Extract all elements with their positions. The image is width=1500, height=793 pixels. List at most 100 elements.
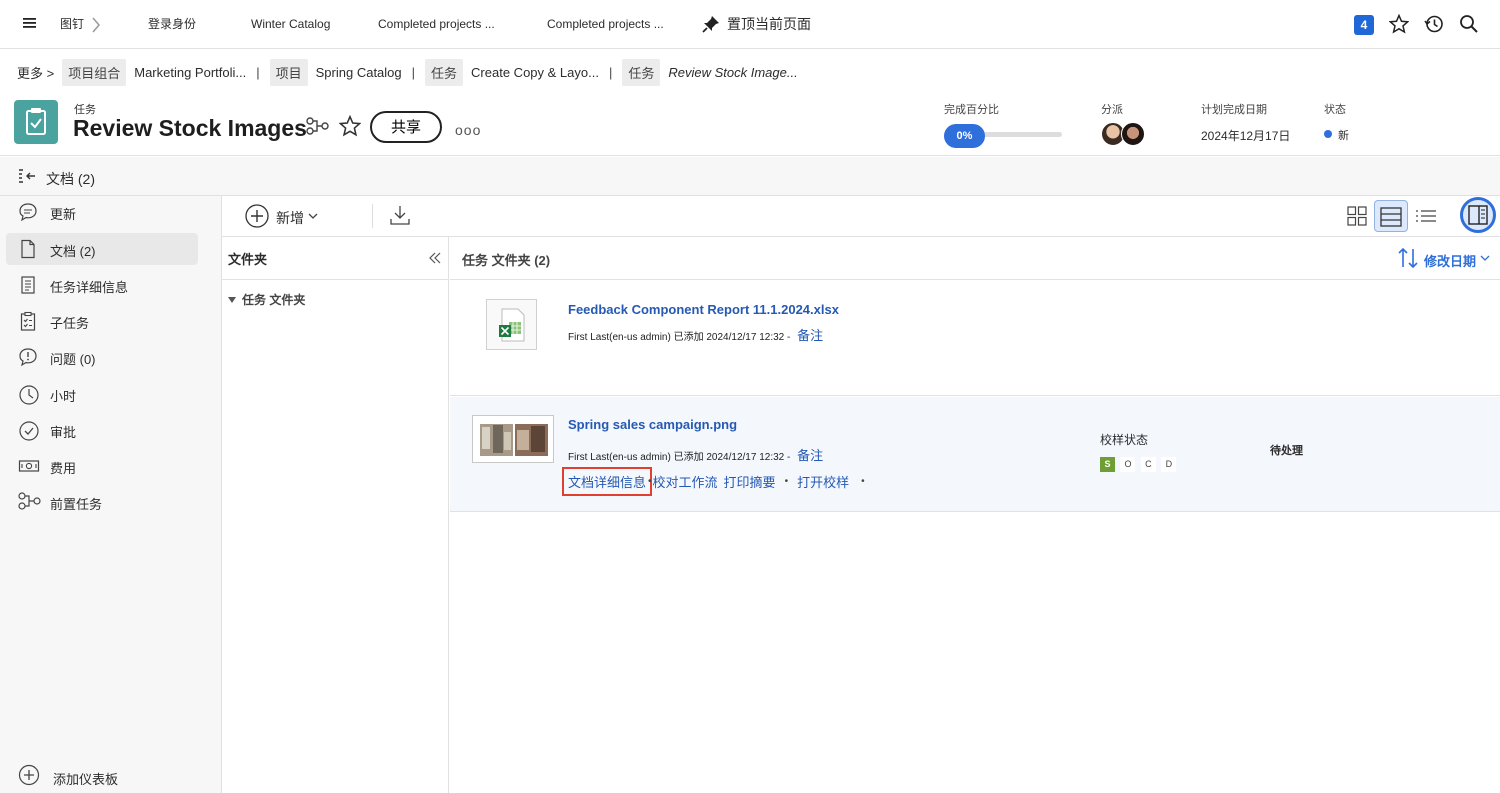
document-details-link[interactable]: 文档详细信息 <box>562 466 653 496</box>
excel-file-icon[interactable] <box>486 299 537 350</box>
document-name-link[interactable]: Spring sales campaign.png <box>568 417 737 432</box>
sidebar-item-label: 子任务 <box>50 316 90 331</box>
comment-icon <box>18 202 38 222</box>
chevron-right-icon <box>91 16 101 34</box>
sidebar-item-updates[interactable]: 更新 <box>6 196 198 228</box>
money-icon <box>18 456 40 476</box>
grid-view-button[interactable] <box>1340 200 1374 232</box>
document-meta: First Last(en-us admin) 已添加 2024/12/17 1… <box>568 325 823 344</box>
list-header: 任务 文件夹 (2) 修改日期 <box>450 237 1500 280</box>
document-toolbar: 新增 <box>222 196 1500 237</box>
print-summary-link[interactable]: 打印摘要 <box>724 472 776 491</box>
note-link[interactable]: 备注 <box>797 448 823 463</box>
sidebar-item-subtasks[interactable]: 子任务 <box>6 305 198 337</box>
avatar[interactable] <box>1121 122 1145 146</box>
download-icon[interactable] <box>389 204 411 226</box>
share-button[interactable]: 共享 <box>370 111 442 143</box>
sidebar-item-label: 任务详细信息 <box>50 280 129 295</box>
menu-icon[interactable] <box>22 15 38 31</box>
add-circle-icon[interactable] <box>245 204 269 228</box>
sidebar-item-expenses[interactable]: 费用 <box>6 450 198 482</box>
add-circle-icon[interactable] <box>18 764 40 786</box>
tab-completed-projects-1[interactable]: Completed projects ... <box>378 0 495 49</box>
pin-icon[interactable] <box>702 15 720 33</box>
document-row[interactable]: Feedback Component Report 11.1.2024.xlsx… <box>450 281 1500 396</box>
divider <box>222 279 449 280</box>
sidebar-item-task-details[interactable]: 任务详细信息 <box>6 269 198 301</box>
breadcrumb-separator: | <box>411 64 416 80</box>
sort-icon[interactable] <box>1397 246 1419 270</box>
document-name-link[interactable]: Feedback Component Report 11.1.2024.xlsx <box>568 302 839 317</box>
history-icon[interactable] <box>1424 14 1444 34</box>
search-icon[interactable] <box>1459 14 1479 34</box>
row-view-button[interactable] <box>1374 200 1408 232</box>
document-row[interactable]: Spring sales campaign.png First Last(en-… <box>450 397 1500 512</box>
breadcrumb-current-task: Review Stock Image... <box>668 64 798 80</box>
sidebar-item-hours[interactable]: 小时 <box>6 378 198 410</box>
tab-winter-catalog[interactable]: Winter Catalog <box>251 0 330 49</box>
note-link[interactable]: 备注 <box>797 328 823 343</box>
proof-workflow-link[interactable]: 校对工作流 <box>653 472 718 491</box>
document-added-info: First Last(en-us admin) 已添加 2024/12/17 1… <box>568 452 791 463</box>
detail-panel-toggle[interactable] <box>1460 197 1496 233</box>
list-view-button[interactable] <box>1409 200 1443 232</box>
more-options-icon[interactable]: ooo <box>455 122 481 138</box>
separator-dot: • <box>648 475 652 487</box>
breadcrumb-portfolio[interactable]: Marketing Portfoli... <box>134 65 246 80</box>
breadcrumb-project[interactable]: Spring Catalog <box>316 65 402 80</box>
image-thumbnail[interactable] <box>472 415 554 463</box>
document-icon <box>18 239 38 259</box>
workflow-icon[interactable] <box>306 117 330 135</box>
tab-completed-projects-2[interactable]: Completed projects ... <box>547 0 664 49</box>
row-view-icon <box>1380 207 1402 227</box>
breadcrumb-more[interactable]: 更多 > <box>17 63 54 82</box>
check-circle-icon <box>18 420 40 442</box>
status-badge[interactable]: 新 <box>1338 127 1349 143</box>
sidebar-item-predecessors[interactable]: 前置任务 <box>6 486 198 518</box>
tab-pins[interactable]: 图钉 <box>60 0 84 49</box>
sidebar-item-documents[interactable]: 文档 (2) <box>6 233 198 265</box>
double-chevron-left-icon[interactable] <box>429 252 441 264</box>
task-header: 任务 Review Stock Images 共享 ooo 完成百分比 0% 分… <box>0 94 1500 156</box>
predecessor-icon <box>18 492 42 510</box>
folder-name: 任务 文件夹 <box>242 293 306 307</box>
breadcrumb-tag-project: 项目 <box>269 58 308 86</box>
planned-completion-date[interactable]: 2024年12月17日 <box>1201 127 1290 144</box>
tab-login-as[interactable]: 登录身份 <box>148 0 196 49</box>
clipboard-icon <box>18 311 38 331</box>
folder-panel-title: 文件夹 <box>228 252 268 267</box>
percent-complete-value[interactable]: 0% <box>944 124 985 148</box>
sidebar-item-issues[interactable]: 问题 (0) <box>6 341 198 373</box>
percent-complete-label: 完成百分比 <box>944 104 999 116</box>
chevron-down-icon[interactable] <box>1480 254 1490 262</box>
folder-panel: 文件夹 任务 文件夹 <box>222 237 449 793</box>
open-proof-link[interactable]: 打开校样 <box>797 472 849 491</box>
add-dashboard-button[interactable]: 添加仪表板 <box>53 769 118 788</box>
star-icon[interactable] <box>1389 14 1409 34</box>
status-dot <box>1324 130 1332 138</box>
proof-stage-badges: S O C D <box>1100 454 1177 472</box>
proof-badge-d: D <box>1161 457 1177 472</box>
folder-tree-item[interactable]: 任务 文件夹 <box>227 291 305 308</box>
planned-completion-label: 计划完成日期 <box>1201 104 1267 116</box>
breadcrumb-separator: | <box>256 64 260 80</box>
pin-page-label[interactable]: 置顶当前页面 <box>727 0 811 49</box>
proof-status-label: 校样状态 <box>1100 433 1149 447</box>
status-label: 状态 <box>1324 104 1346 116</box>
notification-badge[interactable]: 4 <box>1354 15 1374 35</box>
collapse-sidebar-icon[interactable] <box>18 168 38 184</box>
breadcrumb-parent-task[interactable]: Create Copy & Layo... <box>471 65 599 80</box>
sidebar-item-label: 审批 <box>50 425 77 440</box>
clock-icon <box>18 384 40 406</box>
issue-icon <box>18 347 38 367</box>
grid-view-icon <box>1347 206 1367 226</box>
favorite-star-icon[interactable] <box>339 115 361 137</box>
sidebar-item-label: 文档 (2) <box>50 244 96 259</box>
sidebar-item-approvals[interactable]: 审批 <box>6 414 198 446</box>
document-actions: 文档详细信息 • 校对工作流 打印摘要 • 打开校样 • <box>562 466 865 496</box>
breadcrumb-tag-task: 任务 <box>425 58 464 86</box>
chevron-down-icon[interactable] <box>308 212 318 220</box>
sort-by-button[interactable]: 修改日期 <box>1424 251 1476 270</box>
new-button[interactable]: 新增 <box>276 208 304 228</box>
list-title: 任务 文件夹 (2) <box>462 253 551 268</box>
